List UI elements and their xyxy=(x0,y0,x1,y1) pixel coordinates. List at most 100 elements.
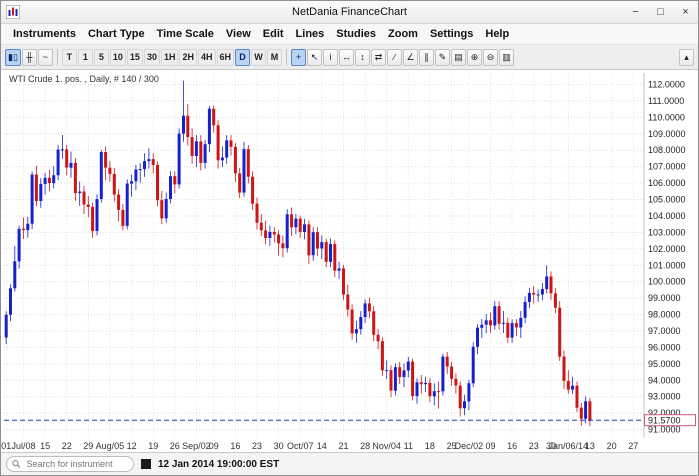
x-grid: 01Jul/08152229Aug/05121926Sep/0209162330… xyxy=(1,73,638,451)
timeframe-10-button[interactable]: 10 xyxy=(110,49,126,66)
toolbar: ▮▯╫~T151015301H2H4H6HDWM+↖i↔↕⇄∕∠∥✎▤⊕⊖▥▴ xyxy=(1,45,698,70)
svg-text:27: 27 xyxy=(628,441,638,451)
print-button[interactable]: ▤ xyxy=(451,49,466,66)
zoom-in-button[interactable]: ⊕ xyxy=(467,49,482,66)
chart-area[interactable]: WTI Crude 1. pos. , Daily, # 140 / 300 9… xyxy=(1,70,698,453)
vertical-scale-button[interactable]: ↕ xyxy=(355,49,370,66)
svg-text:96.0000: 96.0000 xyxy=(648,342,681,352)
collapse-toolbar-button[interactable]: ▴ xyxy=(679,49,694,66)
zoom-out-button[interactable]: ⊖ xyxy=(483,49,498,66)
svg-text:09: 09 xyxy=(209,441,219,451)
status-timestamp: 12 Jan 2014 19:00:00 EST xyxy=(158,459,279,470)
parallel-lines-icon: ∥ xyxy=(424,52,429,63)
svg-text:111.0000: 111.0000 xyxy=(648,96,684,106)
info-icon: i xyxy=(330,52,332,62)
svg-text:23: 23 xyxy=(529,441,539,451)
svg-text:106.0000: 106.0000 xyxy=(648,178,686,188)
scroll-chart-button[interactable]: ⇄ xyxy=(371,49,386,66)
svg-text:11: 11 xyxy=(404,441,413,451)
minimize-button[interactable]: − xyxy=(623,3,648,22)
svg-text:107.0000: 107.0000 xyxy=(648,162,686,172)
title-bar[interactable]: NetDania FinanceChart − □ × xyxy=(1,1,698,24)
toolbar-separator xyxy=(286,49,287,65)
close-button[interactable]: × xyxy=(673,3,698,22)
window-controls: − □ × xyxy=(623,3,698,22)
info-button[interactable]: i xyxy=(323,49,338,66)
svg-text:Sep/02: Sep/02 xyxy=(182,441,211,451)
window-title: NetDania FinanceChart xyxy=(1,6,698,18)
svg-text:21: 21 xyxy=(338,441,348,451)
svg-text:09: 09 xyxy=(485,441,495,451)
menu-studies[interactable]: Studies xyxy=(330,26,382,42)
svg-text:20: 20 xyxy=(607,441,617,451)
parallel-lines-button[interactable]: ∥ xyxy=(419,49,434,66)
candlestick-chart-button[interactable]: ▮▯ xyxy=(5,49,21,66)
timeframe-m-button[interactable]: M xyxy=(267,49,282,66)
timeframe-30-button[interactable]: 30 xyxy=(144,49,160,66)
trend-line-icon: ∕ xyxy=(394,52,396,62)
zoom-in-icon: ⊕ xyxy=(471,52,479,63)
svg-text:29: 29 xyxy=(83,441,93,451)
svg-text:104.0000: 104.0000 xyxy=(648,211,686,221)
svg-text:22: 22 xyxy=(62,441,72,451)
zoom-out-icon: ⊖ xyxy=(487,52,495,63)
timeframe-1h-button[interactable]: 1H xyxy=(161,49,179,66)
svg-text:13: 13 xyxy=(585,441,595,451)
candlestick-chart[interactable]: 91.000092.000093.000094.000095.000096.00… xyxy=(1,70,698,452)
timeframe-d-button[interactable]: D xyxy=(235,49,250,66)
ohlc-bar-chart-button[interactable]: ╫ xyxy=(22,49,37,66)
menu-settings[interactable]: Settings xyxy=(424,26,479,42)
svg-text:Oct/07: Oct/07 xyxy=(287,441,314,451)
app-icon xyxy=(6,5,20,19)
horizontal-scale-button[interactable]: ↔ xyxy=(339,49,354,66)
instrument-search[interactable] xyxy=(6,456,134,472)
timeframe-t-button[interactable]: T xyxy=(62,49,77,66)
timeframe-6h-button[interactable]: 6H xyxy=(217,49,235,66)
chart-svg: 91.000092.000093.000094.000095.000096.00… xyxy=(1,70,698,452)
trend-line-button[interactable]: ∕ xyxy=(387,49,402,66)
menu-lines[interactable]: Lines xyxy=(290,26,331,42)
svg-text:109.0000: 109.0000 xyxy=(648,129,686,139)
candlestick-chart-icon: ▮▯ xyxy=(8,52,18,63)
svg-text:12: 12 xyxy=(127,441,137,451)
menu-time-scale[interactable]: Time Scale xyxy=(151,26,220,42)
search-input[interactable] xyxy=(25,458,128,470)
svg-text:103.0000: 103.0000 xyxy=(648,227,686,237)
draw-tool-button[interactable]: ✎ xyxy=(435,49,450,66)
svg-text:15: 15 xyxy=(40,441,50,451)
svg-text:108.0000: 108.0000 xyxy=(648,145,686,155)
svg-text:14: 14 xyxy=(317,441,327,451)
timeframe-1-button[interactable]: 1 xyxy=(78,49,93,66)
scroll-chart-icon: ⇄ xyxy=(375,52,383,63)
svg-text:94.0000: 94.0000 xyxy=(648,375,681,385)
last-price-line: 91.5700 xyxy=(4,415,696,426)
timeframe-4h-button[interactable]: 4H xyxy=(198,49,216,66)
menu-help[interactable]: Help xyxy=(479,26,515,42)
timeframe-2h-button[interactable]: 2H xyxy=(179,49,197,66)
chart-settings-button[interactable]: ▥ xyxy=(499,49,514,66)
timeframe-15-button[interactable]: 15 xyxy=(127,49,143,66)
menu-instruments[interactable]: Instruments xyxy=(7,26,82,42)
line-chart-button[interactable]: ~ xyxy=(38,49,53,66)
timeframe-5-button[interactable]: 5 xyxy=(94,49,109,66)
svg-text:98.0000: 98.0000 xyxy=(648,310,681,320)
toolbar-separator xyxy=(57,49,58,65)
horizontal-scale-icon: ↔ xyxy=(342,52,351,62)
timeframe-w-button[interactable]: W xyxy=(251,49,266,66)
menu-view[interactable]: View xyxy=(220,26,257,42)
chart-settings-icon: ▥ xyxy=(502,52,511,63)
svg-text:19: 19 xyxy=(148,441,158,451)
angle-tool-button[interactable]: ∠ xyxy=(403,49,418,66)
vertical-scale-icon: ↕ xyxy=(360,52,365,62)
menu-zoom[interactable]: Zoom xyxy=(382,26,424,42)
pointer-button[interactable]: ↖ xyxy=(307,49,322,66)
svg-text:01: 01 xyxy=(1,441,11,451)
menu-edit[interactable]: Edit xyxy=(257,26,290,42)
maximize-button[interactable]: □ xyxy=(648,3,673,22)
svg-text:91.5700: 91.5700 xyxy=(648,416,681,426)
menu-chart-type[interactable]: Chart Type xyxy=(82,26,151,42)
crosshair-button[interactable]: + xyxy=(291,49,306,66)
svg-text:16: 16 xyxy=(507,441,517,451)
svg-text:Dec/02: Dec/02 xyxy=(455,441,484,451)
svg-text:105.0000: 105.0000 xyxy=(648,195,686,205)
